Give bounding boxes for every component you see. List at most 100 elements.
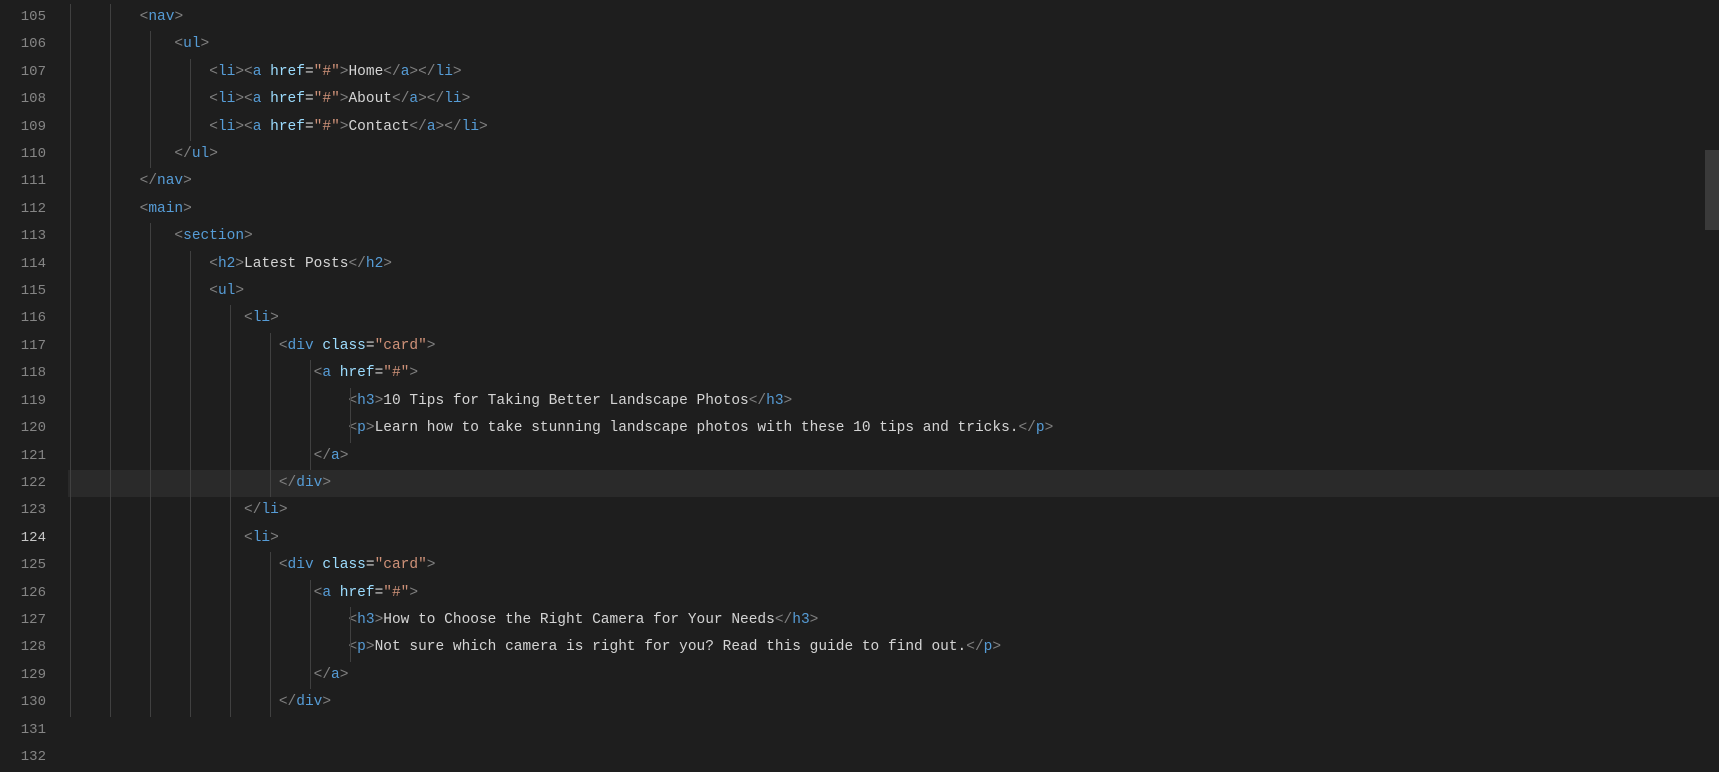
code-line[interactable]: </ul>: [68, 141, 1719, 168]
code-line[interactable]: <div class="card">: [68, 333, 1719, 360]
indent-whitespace: [70, 36, 174, 52]
indent-guide: [190, 662, 191, 689]
token-bracket: </: [383, 64, 400, 80]
token-text: How to Choose the Right Camera for Your …: [383, 612, 775, 628]
indent-guide: [150, 86, 151, 113]
token-bracket: ></: [418, 91, 444, 107]
code-line[interactable]: <nav>: [68, 4, 1719, 31]
token-bracket: >: [322, 694, 331, 710]
code-line[interactable]: <ul>: [68, 278, 1719, 305]
token-bracket: <: [209, 283, 218, 299]
code-line[interactable]: <a href="#">: [68, 580, 1719, 607]
token-text: [261, 91, 270, 107]
indent-guide: [70, 59, 71, 86]
code-line[interactable]: <main>: [68, 196, 1719, 223]
code-area[interactable]: <nav> <ul> <li><a href="#">Home</a></li>…: [68, 0, 1719, 772]
indent-guide: [270, 443, 271, 470]
indent-guide: [270, 689, 271, 716]
code-line[interactable]: <p>Learn how to take stunning landscape …: [68, 415, 1719, 442]
token-bracket: >: [383, 256, 392, 272]
token-tag: h3: [357, 393, 374, 409]
code-line[interactable]: <div class="card">: [68, 552, 1719, 579]
token-tag: main: [148, 201, 183, 217]
token-eq: =: [366, 557, 375, 573]
code-line[interactable]: <ul>: [68, 31, 1719, 58]
indent-guide: [190, 525, 191, 552]
token-text: [331, 585, 340, 601]
vertical-scrollbar-thumb[interactable]: [1705, 150, 1719, 230]
token-bracket: >: [366, 639, 375, 655]
token-bracket: <: [174, 36, 183, 52]
line-number: 115: [0, 278, 68, 305]
token-bracket: </: [775, 612, 792, 628]
code-line[interactable]: <li><a href="#">Contact</a></li>: [68, 114, 1719, 141]
indent-guide: [110, 305, 111, 332]
token-bracket: <: [244, 310, 253, 326]
indent-guide: [150, 470, 151, 497]
indent-guide: [110, 333, 111, 360]
indent-guide: [110, 415, 111, 442]
line-number: 109: [0, 114, 68, 141]
token-bracket: >: [462, 91, 471, 107]
token-bracket: >: [270, 310, 279, 326]
token-tag: li: [218, 64, 235, 80]
indent-guide: [110, 251, 111, 278]
indent-guide: [70, 580, 71, 607]
code-line[interactable]: <li>: [68, 525, 1719, 552]
code-line[interactable]: <h3>How to Choose the Right Camera for Y…: [68, 607, 1719, 634]
token-tag: a: [322, 585, 331, 601]
token-eq: =: [305, 64, 314, 80]
indent-guide: [150, 141, 151, 168]
indent-guide: [150, 552, 151, 579]
indent-guide: [110, 86, 111, 113]
line-number: 107: [0, 59, 68, 86]
code-line[interactable]: </li>: [68, 497, 1719, 524]
code-line[interactable]: </div>: [68, 470, 1719, 497]
indent-guide: [70, 388, 71, 415]
code-line[interactable]: </nav>: [68, 168, 1719, 195]
code-line[interactable]: <a href="#">: [68, 360, 1719, 387]
line-number: 129: [0, 662, 68, 689]
vertical-scrollbar-track[interactable]: [1705, 0, 1719, 772]
indent-guide: [350, 415, 351, 442]
indent-guide: [70, 662, 71, 689]
indent-guide: [70, 31, 71, 58]
code-line[interactable]: </a>: [68, 443, 1719, 470]
token-text: Contact: [348, 119, 409, 135]
code-line[interactable]: <li><a href="#">Home</a></li>: [68, 59, 1719, 86]
indent-guide: [270, 662, 271, 689]
line-number: 132: [0, 744, 68, 771]
indent-guide: [190, 305, 191, 332]
code-line[interactable]: </a>: [68, 662, 1719, 689]
indent-guide: [270, 470, 271, 497]
code-editor[interactable]: 1051061071081091101111121131141151161171…: [0, 0, 1719, 772]
indent-guide: [150, 305, 151, 332]
token-bracket: >: [340, 448, 349, 464]
indent-whitespace: [70, 393, 348, 409]
indent-guide: [70, 278, 71, 305]
code-line[interactable]: <li>: [68, 305, 1719, 332]
indent-guide: [70, 333, 71, 360]
indent-guide: [230, 360, 231, 387]
code-line[interactable]: </div>: [68, 689, 1719, 716]
code-line[interactable]: <h2>Latest Posts</h2>: [68, 251, 1719, 278]
indent-guide: [270, 388, 271, 415]
indent-whitespace: [70, 310, 244, 326]
code-line[interactable]: <li><a href="#">About</a></li>: [68, 86, 1719, 113]
indent-guide: [310, 662, 311, 689]
line-number: 113: [0, 223, 68, 250]
indent-guide: [110, 689, 111, 716]
token-tag: a: [322, 365, 331, 381]
code-line[interactable]: <p>Not sure which camera is right for yo…: [68, 634, 1719, 661]
indent-guide: [190, 388, 191, 415]
code-line[interactable]: <section>: [68, 223, 1719, 250]
line-number: 125: [0, 552, 68, 579]
indent-guide: [150, 525, 151, 552]
indent-guide: [110, 662, 111, 689]
token-tag: li: [444, 91, 461, 107]
code-line[interactable]: <h3>10 Tips for Taking Better Landscape …: [68, 388, 1719, 415]
token-bracket: >: [409, 585, 418, 601]
token-tag: a: [427, 119, 436, 135]
indent-guide: [230, 470, 231, 497]
indent-whitespace: [70, 502, 244, 518]
